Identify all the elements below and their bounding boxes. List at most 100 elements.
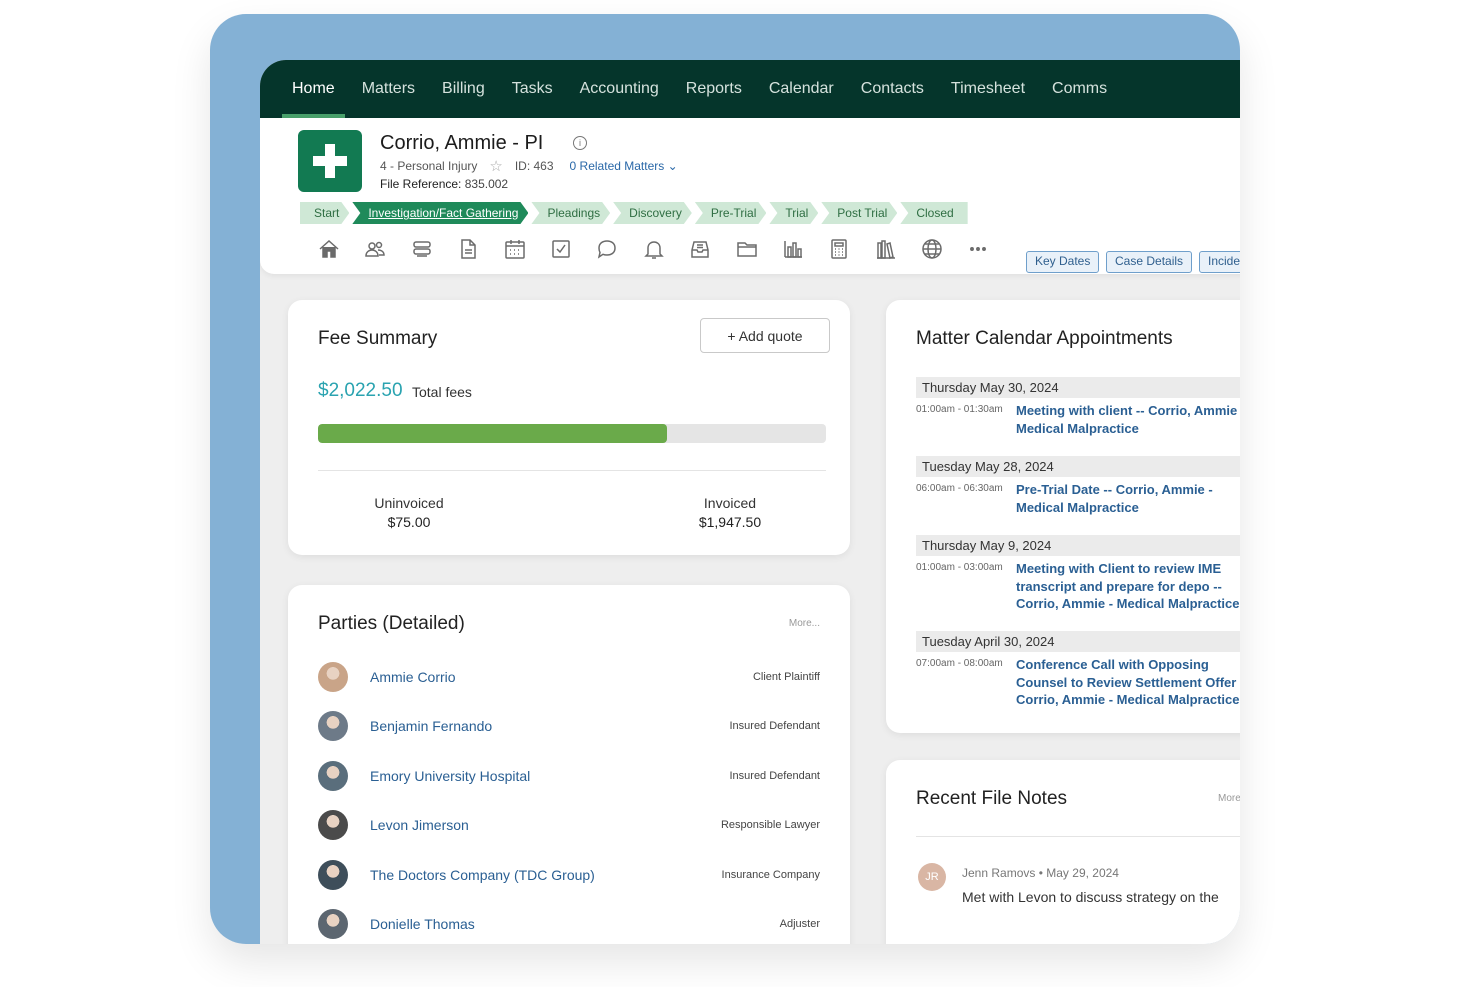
- nav-item-home[interactable]: Home: [282, 60, 345, 118]
- appointment-title[interactable]: Pre-Trial Date -- Corrio, Ammie - Medical…: [1016, 481, 1240, 516]
- appointment-title-line: Meeting with client -- Corrio, Ammie -: [1016, 403, 1240, 418]
- note-meta: Jenn Ramovs • May 29, 2024: [962, 866, 1119, 880]
- main-nav: Home Matters Billing Tasks Accounting Reports…: [260, 60, 1240, 118]
- matter-id: ID: 463: [514, 159, 554, 173]
- matter-title: Corrio, Ammie - PI: [380, 132, 544, 154]
- calendar-icon[interactable]: [502, 236, 528, 262]
- party-row[interactable]: Benjamin Fernando Insured Defendant: [318, 711, 820, 742]
- parties-more-link[interactable]: More...: [789, 618, 820, 629]
- stage-pipeline: Start Investigation/Fact Gathering Pleadin…: [300, 202, 971, 224]
- stage-investigation-fact-gathering[interactable]: Investigation/Fact Gathering: [352, 202, 528, 224]
- avatar: [318, 909, 348, 939]
- nav-item-accounting[interactable]: Accounting: [580, 60, 659, 118]
- bell-icon[interactable]: [641, 236, 667, 262]
- star-icon[interactable]: ☆: [489, 157, 502, 175]
- party-row[interactable]: Emory University Hospital Insured Defenda…: [318, 760, 820, 791]
- nav-item-tasks[interactable]: Tasks: [512, 60, 553, 118]
- incidents-button[interactable]: Incide: [1199, 251, 1240, 273]
- chat-icon[interactable]: [594, 236, 620, 262]
- appointment-title-line: Conference Call with Opposing: [1016, 657, 1209, 672]
- party-row[interactable]: Donielle Thomas Adjuster: [318, 909, 820, 939]
- appointment-title[interactable]: Conference Call with Opposing Counsel to …: [1016, 656, 1240, 709]
- folder-icon[interactable]: [734, 236, 760, 262]
- note-author: Jenn Ramovs: [962, 866, 1036, 880]
- party-role: Insured Defendant: [729, 720, 820, 733]
- nav-item-reports[interactable]: Reports: [686, 60, 742, 118]
- appointment-date-header: Thursday May 30, 2024: [916, 377, 1240, 398]
- stage-post-trial[interactable]: Post Trial: [821, 202, 897, 224]
- party-row[interactable]: The Doctors Company (TDC Group) Insurance…: [318, 859, 820, 890]
- stage-pre-trial[interactable]: Pre-Trial: [695, 202, 767, 224]
- key-dates-button[interactable]: Key Dates: [1026, 251, 1100, 273]
- avatar: [318, 810, 348, 841]
- nav-item-billing[interactable]: Billing: [442, 60, 485, 118]
- nav-item-comms[interactable]: Comms: [1052, 60, 1107, 118]
- party-name[interactable]: Levon Jimerson: [370, 817, 469, 833]
- note-author-avatar: JR: [918, 863, 946, 891]
- party-name[interactable]: Emory University Hospital: [370, 768, 530, 784]
- matter-toolbar: [316, 236, 1012, 262]
- party-name[interactable]: The Doctors Company (TDC Group): [370, 867, 595, 883]
- nav-item-timesheet[interactable]: Timesheet: [951, 60, 1025, 118]
- matter-meta: 4 - Personal Injury ☆ ID: 463 0 Related …: [380, 157, 678, 175]
- note-text[interactable]: Met with Levon to discuss strategy on th…: [962, 889, 1219, 905]
- calendar-card: Matter Calendar Appointments Thursday Ma…: [886, 300, 1240, 733]
- appointment-time: 01:00am - 03:00am: [916, 562, 1003, 573]
- add-quote-button[interactable]: + Add quote: [700, 318, 830, 353]
- appointment-title[interactable]: Meeting with client -- Corrio, Ammie - Me…: [1016, 402, 1240, 437]
- checkbox-icon[interactable]: [548, 236, 574, 262]
- nav-item-matters[interactable]: Matters: [362, 60, 415, 118]
- party-role: Responsible Lawyer: [720, 819, 820, 832]
- nav-item-contacts[interactable]: Contacts: [861, 60, 924, 118]
- chevron-down-icon: ⌄: [667, 159, 678, 173]
- stage-closed[interactable]: Closed: [900, 202, 968, 224]
- party-name[interactable]: Benjamin Fernando: [370, 718, 492, 734]
- bar-chart-icon[interactable]: [780, 236, 806, 262]
- more-icon[interactable]: [965, 236, 991, 262]
- party-name[interactable]: Donielle Thomas: [370, 916, 475, 932]
- party-role: Client Plaintiff: [752, 671, 820, 683]
- related-matters-label: 0 Related Matters: [569, 159, 665, 173]
- related-matters-link[interactable]: 0 Related Matters ⌄: [570, 159, 678, 173]
- calendar-title: Matter Calendar Appointments: [916, 328, 1173, 349]
- note-separator: •: [1038, 866, 1043, 880]
- nav-item-calendar[interactable]: Calendar: [769, 60, 834, 118]
- appointment-title-line: Meeting with Client to review IME: [1016, 561, 1222, 576]
- appointment-title[interactable]: Meeting with Client to review IME transcr…: [1016, 560, 1240, 613]
- appointment-title-line: Counsel to Review Settlement Offer -: [1016, 674, 1240, 690]
- info-icon[interactable]: i: [573, 136, 587, 150]
- globe-icon[interactable]: [919, 236, 945, 262]
- appointment-time: 07:00am - 08:00am: [916, 658, 1003, 669]
- file-reference-value: 835.002: [464, 177, 509, 191]
- party-row[interactable]: Levon Jimerson Responsible Lawyer: [318, 810, 820, 841]
- inbox-icon[interactable]: [687, 236, 713, 262]
- total-fees-label: Total fees: [412, 384, 472, 400]
- notes-more-link[interactable]: More: [1218, 793, 1240, 804]
- stage-start[interactable]: Start: [300, 202, 349, 224]
- parties-title: Parties (Detailed): [318, 613, 465, 634]
- party-role: Adjuster: [779, 918, 820, 930]
- stage-trial[interactable]: Trial: [769, 202, 818, 224]
- avatar: [318, 662, 348, 692]
- layers-icon[interactable]: [409, 236, 435, 262]
- case-details-button[interactable]: Case Details: [1106, 251, 1193, 273]
- party-name[interactable]: Ammie Corrio: [370, 669, 456, 685]
- recent-notes-title: Recent File Notes: [916, 788, 1068, 809]
- note-date: May 29, 2024: [1046, 866, 1119, 880]
- people-icon[interactable]: [362, 236, 388, 262]
- invoiced-value: $1,947.50: [698, 514, 762, 530]
- document-icon[interactable]: [455, 236, 481, 262]
- stage-discovery[interactable]: Discovery: [613, 202, 692, 224]
- party-role: Insurance Company: [721, 868, 820, 881]
- appointment-time: 01:00am - 01:30am: [916, 404, 1003, 415]
- parties-card: Parties (Detailed) More... Ammie Corrio C…: [288, 585, 850, 944]
- invoiced-label: Invoiced: [703, 495, 757, 511]
- stage-pleadings[interactable]: Pleadings: [531, 202, 610, 224]
- party-row[interactable]: Ammie Corrio Client Plaintiff: [318, 662, 820, 692]
- uninvoiced-label: Uninvoiced: [374, 495, 444, 511]
- app-window: Home Matters Billing Tasks Accounting Reports…: [260, 60, 1240, 944]
- avatar: [318, 711, 348, 742]
- home-icon[interactable]: [316, 236, 342, 262]
- calculator-icon[interactable]: [826, 236, 852, 262]
- library-icon[interactable]: [873, 236, 899, 262]
